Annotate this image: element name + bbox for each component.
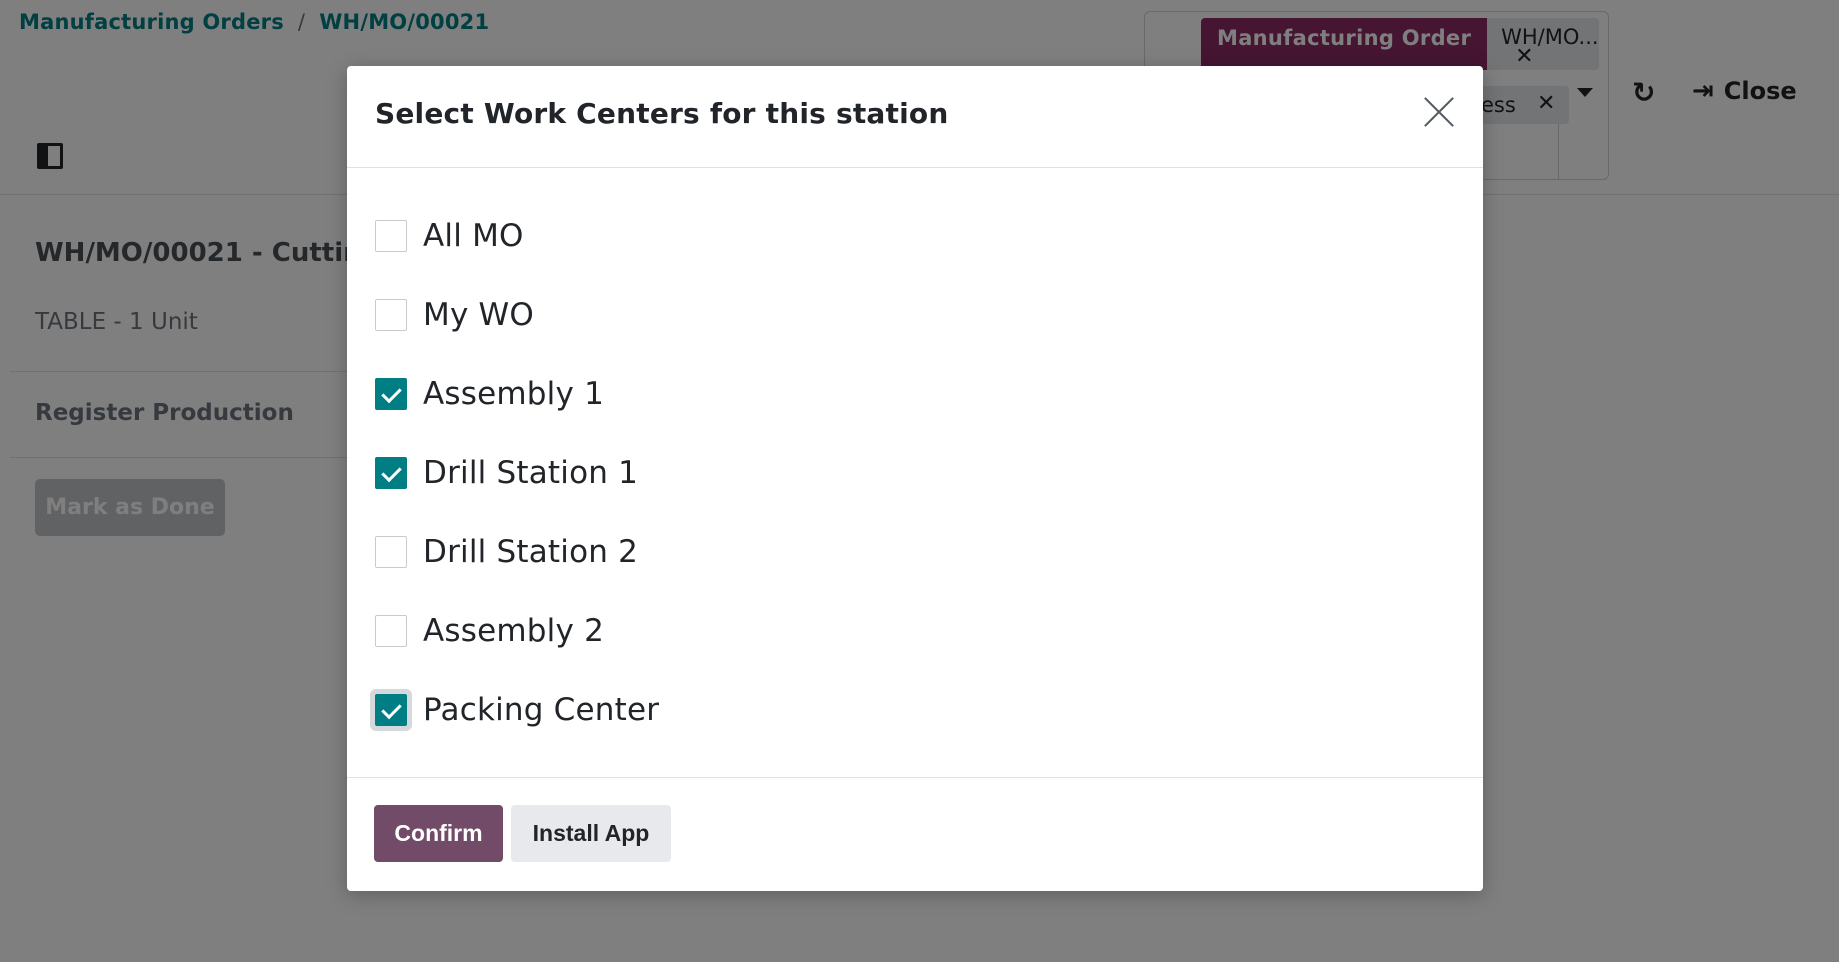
dialog-header: Select Work Centers for this station xyxy=(347,66,1483,168)
install-app-button[interactable]: Install App xyxy=(511,805,671,862)
close-icon[interactable] xyxy=(1421,94,1457,130)
checkbox[interactable] xyxy=(375,615,407,647)
option-label: All MO xyxy=(423,218,524,254)
checkbox[interactable] xyxy=(375,299,407,331)
dialog-footer: Confirm Install App xyxy=(347,778,1483,890)
checkbox-checked[interactable] xyxy=(375,378,407,410)
option-label: Assembly 1 xyxy=(423,376,604,412)
option-label: My WO xyxy=(423,297,534,333)
dialog-title: Select Work Centers for this station xyxy=(375,97,949,130)
option-label: Drill Station 2 xyxy=(423,534,639,570)
option-assembly-1[interactable]: Assembly 1 xyxy=(375,376,604,412)
dialog-body: All MO My WO Assembly 1 Drill Station 1 … xyxy=(347,168,1483,778)
option-assembly-2[interactable]: Assembly 2 xyxy=(375,613,604,649)
option-packing-center[interactable]: Packing Center xyxy=(375,692,659,728)
select-work-centers-dialog: Select Work Centers for this station All… xyxy=(347,66,1483,891)
checkbox[interactable] xyxy=(375,536,407,568)
checkbox[interactable] xyxy=(375,220,407,252)
confirm-button[interactable]: Confirm xyxy=(374,805,503,862)
option-label: Assembly 2 xyxy=(423,613,604,649)
work-order-page: Manufacturing Orders / WH/MO/00021 Manuf… xyxy=(0,0,1839,962)
option-label: Drill Station 1 xyxy=(423,455,639,491)
option-all-mo[interactable]: All MO xyxy=(375,218,524,254)
checkbox-checked[interactable] xyxy=(375,457,407,489)
checkbox-checked[interactable] xyxy=(375,694,407,726)
option-drill-station-2[interactable]: Drill Station 2 xyxy=(375,534,638,570)
option-drill-station-1[interactable]: Drill Station 1 xyxy=(375,455,638,491)
option-my-wo[interactable]: My WO xyxy=(375,297,534,333)
option-label: Packing Center xyxy=(423,692,660,728)
